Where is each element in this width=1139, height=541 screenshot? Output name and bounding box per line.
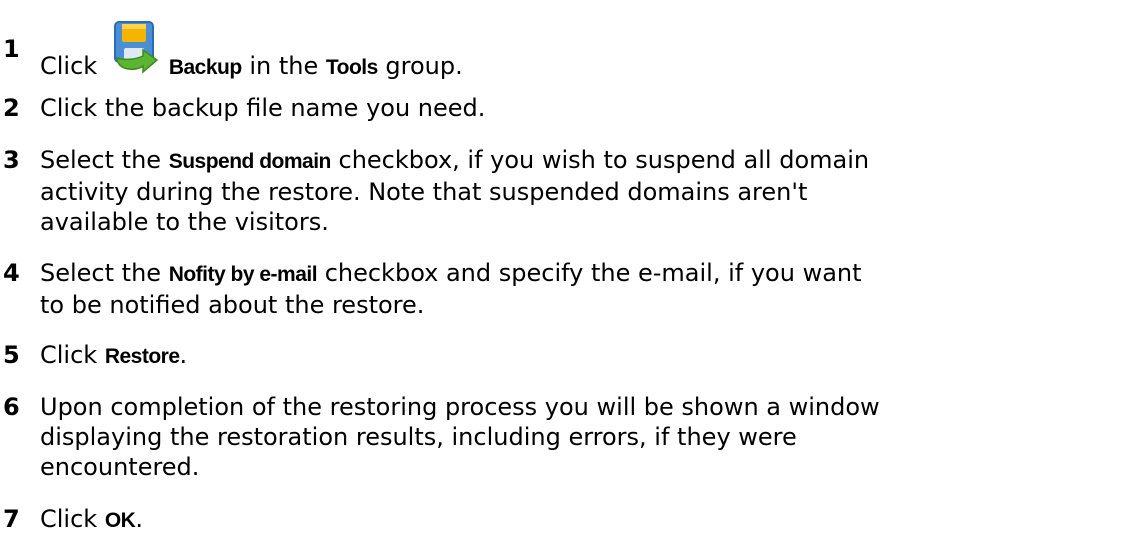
step-text: Click Backup in the Tools group. (40, 21, 1135, 83)
step-number: 4 (3, 259, 20, 287)
backup-icon (109, 21, 165, 82)
step-text: Click OK. (40, 505, 143, 533)
step-text: Select the Suspend domain checkbox, if y… (40, 146, 870, 236)
step-number: 1 (3, 35, 20, 63)
step-number: 2 (3, 94, 20, 122)
step-text: Select the Nofity by e-mail checkbox and… (40, 259, 862, 319)
step-text: Click the backup file name you need. (40, 94, 486, 122)
step-number: 3 (3, 146, 20, 174)
step-text: Click Restore. (40, 341, 188, 369)
step-number: 5 (3, 341, 20, 369)
step-number: 7 (3, 505, 20, 533)
step-number: 6 (3, 393, 20, 421)
step-text: Upon completion of the restoring process… (40, 393, 880, 481)
